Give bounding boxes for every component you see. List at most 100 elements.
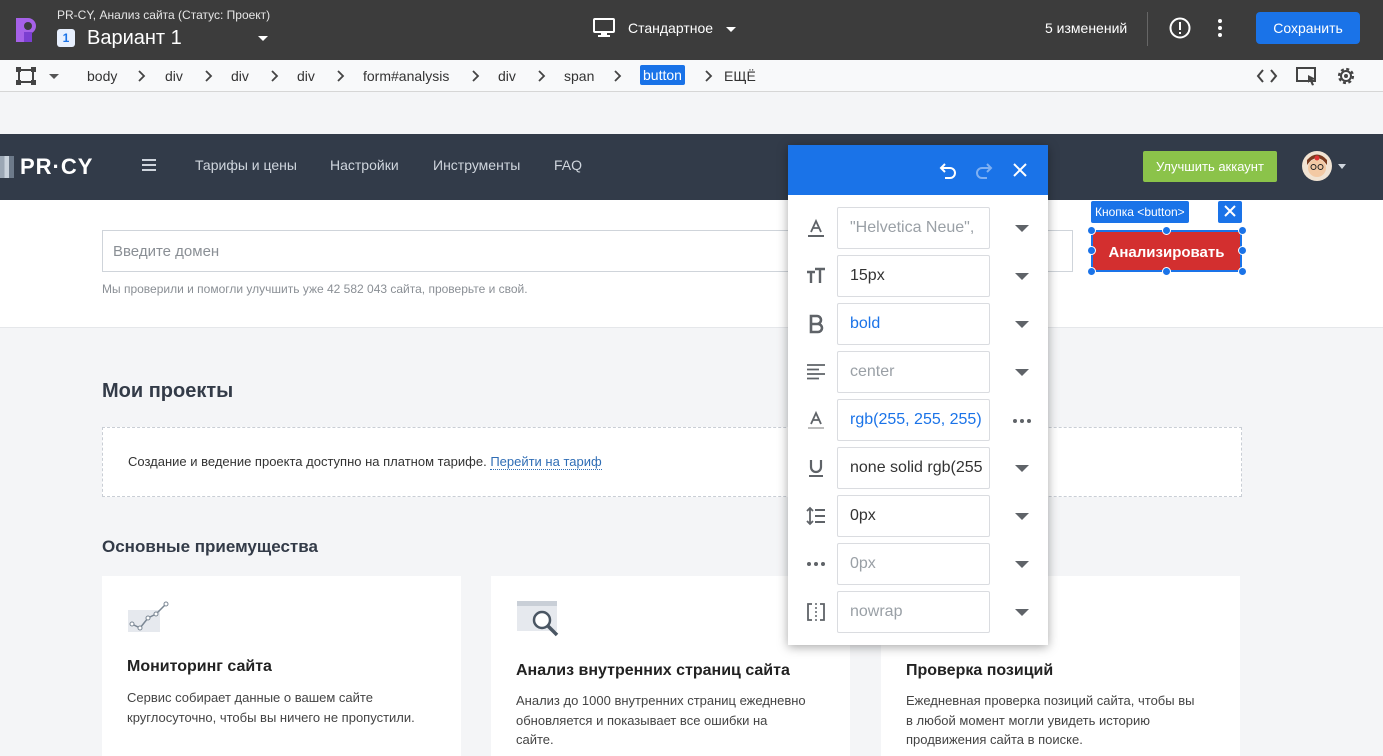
account-dropdown-icon[interactable]: [1338, 164, 1346, 169]
close-icon: [1224, 205, 1236, 217]
breadcrumb-item[interactable]: span: [564, 68, 594, 84]
bold-icon: [809, 314, 824, 334]
style-editor-panel: "Helvetica Neue", 15px bold center rgb(2…: [788, 145, 1048, 645]
letter-spacing-field[interactable]: 0px: [837, 543, 990, 585]
desktop-icon[interactable]: [593, 18, 615, 38]
site-logo-mark: [0, 156, 14, 178]
nav-link-tools[interactable]: Инструменты: [433, 157, 520, 173]
breadcrumb-item-active[interactable]: button: [640, 65, 685, 85]
changes-count[interactable]: 5 изменений: [1045, 20, 1127, 36]
variant-name[interactable]: Вариант 1: [87, 27, 182, 50]
select-element-icon[interactable]: [16, 67, 36, 85]
pricing-link[interactable]: Перейти на тариф: [490, 454, 602, 470]
nav-link-faq[interactable]: FAQ: [554, 157, 582, 173]
site-logo-text: PR·CY: [20, 154, 94, 179]
chevron-down-icon[interactable]: [1015, 465, 1029, 472]
letter-spacing-icon: [807, 562, 825, 566]
breadcrumb-item[interactable]: body: [87, 68, 117, 84]
chevron-right-icon: [205, 70, 213, 82]
chevron-down-icon[interactable]: [1015, 513, 1029, 520]
chevron-down-icon[interactable]: [1015, 561, 1029, 568]
text-align-row: center: [788, 351, 1048, 393]
chevron-right-icon: [705, 70, 713, 82]
projects-message: Создание и ведение проекта доступно на п…: [128, 454, 602, 470]
breadcrumb-item[interactable]: form#analysis: [363, 68, 449, 84]
device-select[interactable]: Стандартное: [628, 20, 713, 36]
resize-handle[interactable]: [1238, 226, 1247, 235]
chevron-down-icon[interactable]: [1015, 273, 1029, 280]
advantages-title: Основные приемущества: [102, 537, 318, 556]
select-mode-dropdown-icon[interactable]: [49, 74, 59, 79]
font-weight-field[interactable]: bold: [837, 303, 990, 345]
variant-dropdown-icon[interactable]: [258, 36, 268, 41]
diagnostics-icon[interactable]: [1168, 16, 1192, 40]
font-family-field[interactable]: "Helvetica Neue",: [837, 207, 990, 249]
divider: [1147, 12, 1148, 46]
breadcrumb-item[interactable]: div: [231, 68, 249, 84]
avatar[interactable]: [1302, 151, 1332, 181]
deselect-button[interactable]: [1218, 201, 1242, 223]
chevron-down-icon[interactable]: [1015, 225, 1029, 232]
page-analysis-icon: [517, 601, 559, 637]
device-dropdown-icon[interactable]: [726, 27, 736, 32]
breadcrumb-item[interactable]: div: [297, 68, 315, 84]
resize-handle[interactable]: [1238, 267, 1247, 276]
chevron-right-icon: [138, 70, 146, 82]
breadcrumb-item[interactable]: div: [498, 68, 516, 84]
selected-element-tag[interactable]: Кнопка <button>: [1091, 201, 1189, 223]
more-horiz-icon[interactable]: [1012, 418, 1032, 424]
feature-card-text: Ежедневная проверка позиций сайта, чтобы…: [906, 693, 1195, 747]
line-height-row: 0px: [788, 495, 1048, 537]
projects-message-text: Создание и ведение проекта доступно на п…: [128, 454, 487, 469]
redo-icon[interactable]: [975, 161, 993, 179]
avatar-illustration: [1307, 154, 1327, 177]
experiment-subtitle: PR-CY, Анализ сайта (Статус: Проект): [57, 8, 271, 22]
breadcrumb-item[interactable]: div: [165, 68, 183, 84]
variant-number-badge: 1: [57, 29, 75, 47]
chevron-right-icon: [538, 70, 546, 82]
undo-icon[interactable]: [939, 161, 957, 179]
code-icon[interactable]: [1256, 67, 1278, 85]
align-left-icon: [807, 364, 825, 380]
font-family-row: "Helvetica Neue",: [788, 207, 1048, 249]
resize-handle[interactable]: [1087, 226, 1096, 235]
menu-icon[interactable]: [142, 159, 156, 171]
chevron-down-icon[interactable]: [1015, 609, 1029, 616]
resize-handle[interactable]: [1162, 226, 1171, 235]
preview-cursor-icon[interactable]: [1296, 66, 1318, 86]
monitoring-icon: [128, 601, 169, 632]
chevron-right-icon: [337, 70, 345, 82]
text-decoration-field[interactable]: none solid rgb(255: [837, 447, 990, 489]
resize-handle[interactable]: [1238, 246, 1247, 255]
font-size-field[interactable]: 15px: [837, 255, 990, 297]
projects-title: Мои проекты: [102, 380, 234, 402]
gear-icon[interactable]: [1335, 65, 1357, 87]
white-space-field[interactable]: nowrap: [837, 591, 990, 633]
color-field[interactable]: rgb(255, 255, 255): [837, 399, 990, 441]
nav-link-pricing[interactable]: Тарифы и цены: [195, 157, 297, 173]
nav-link-settings[interactable]: Настройки: [330, 157, 399, 173]
search-hint: Мы проверили и помогли улучшить уже 42 5…: [102, 282, 528, 296]
breadcrumb-more[interactable]: ЕЩЁ: [724, 68, 756, 84]
color-row: rgb(255, 255, 255): [788, 399, 1048, 441]
chevron-down-icon[interactable]: [1015, 369, 1029, 376]
text-align-field[interactable]: center: [837, 351, 990, 393]
chevron-down-icon[interactable]: [1015, 321, 1029, 328]
line-height-field[interactable]: 0px: [837, 495, 990, 537]
resize-handle[interactable]: [1162, 267, 1171, 276]
underline-icon: [809, 460, 823, 477]
style-panel-header: [788, 145, 1048, 195]
resize-handle[interactable]: [1087, 246, 1096, 255]
feature-card-title: Мониторинг сайта: [127, 658, 272, 675]
site-logo[interactable]: PR·CY: [0, 153, 93, 181]
chevron-right-icon: [614, 70, 622, 82]
upgrade-account-button[interactable]: Улучшить аккаунт: [1143, 151, 1277, 182]
element-breadcrumb-bar: body div div div form#analysis div span …: [0, 60, 1383, 92]
resize-handle[interactable]: [1087, 267, 1096, 276]
save-button[interactable]: Сохранить: [1256, 12, 1360, 44]
close-icon[interactable]: [1011, 161, 1029, 179]
analyze-button[interactable]: Анализировать: [1091, 230, 1242, 272]
more-vert-icon[interactable]: [1212, 16, 1228, 40]
optimize-logo-icon: [16, 18, 36, 42]
line-height-icon: [806, 506, 825, 526]
